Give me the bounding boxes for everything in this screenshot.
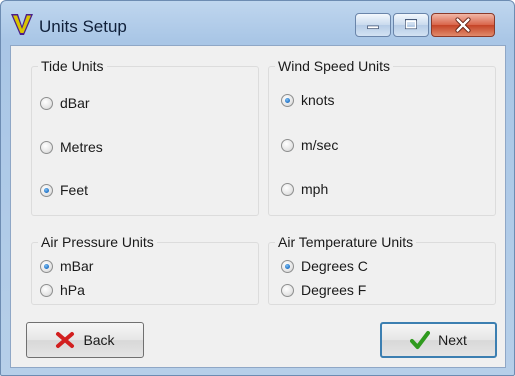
window-title: Units Setup — [39, 17, 127, 36]
minimize-icon — [367, 25, 379, 30]
air-temperature-units-title: Air Temperature Units — [275, 234, 417, 250]
radio-label: m/sec — [301, 137, 339, 153]
pressure-option-hpa[interactable]: hPa — [40, 282, 85, 298]
air-pressure-units-group: Air Pressure Units mBar hPa — [31, 234, 259, 305]
back-button[interactable]: Back — [26, 322, 144, 358]
radio-label: Degrees C — [301, 258, 368, 274]
tide-option-dbar[interactable]: dBar — [40, 95, 90, 111]
wind-option-mph[interactable]: mph — [281, 181, 328, 197]
close-icon — [455, 17, 471, 33]
next-button[interactable]: Next — [380, 322, 497, 358]
air-pressure-units-title: Air Pressure Units — [38, 234, 157, 250]
back-label: Back — [83, 332, 115, 348]
tide-units-title: Tide Units — [38, 58, 107, 74]
radio-label: mBar — [60, 258, 94, 274]
radio-button[interactable] — [281, 93, 294, 107]
radio-button[interactable] — [281, 259, 294, 273]
tide-option-metres[interactable]: Metres — [40, 139, 103, 155]
temperature-option-degrees-c[interactable]: Degrees C — [281, 258, 368, 274]
minimize-button[interactable] — [355, 13, 391, 37]
air-temperature-units-group: Air Temperature Units Degrees C Degrees … — [268, 234, 496, 305]
radio-button[interactable] — [40, 283, 53, 297]
close-button[interactable] — [431, 13, 495, 37]
radio-label: Feet — [60, 182, 89, 198]
radio-button[interactable] — [40, 259, 53, 273]
dialog-body: Tide Units dBar Metres Feet Wind Speed U… — [10, 45, 506, 368]
wind-speed-units-group: Wind Speed Units knots m/sec mph — [268, 58, 496, 216]
next-label: Next — [438, 332, 467, 348]
green-check-icon — [410, 331, 431, 349]
wind-option-knots[interactable]: knots — [281, 92, 334, 108]
radio-label: Metres — [60, 139, 103, 155]
pressure-option-mbar[interactable]: mBar — [40, 258, 93, 274]
wind-speed-units-title: Wind Speed Units — [275, 58, 394, 74]
units-setup-window: Units Setup Tide Units dBar Metres Feet … — [0, 0, 515, 376]
wind-option-msec[interactable]: m/sec — [281, 137, 338, 153]
maximize-icon — [405, 19, 417, 30]
radio-label: dBar — [60, 95, 90, 111]
radio-button[interactable] — [40, 96, 53, 110]
temperature-option-degrees-f[interactable]: Degrees F — [281, 282, 366, 298]
maximize-button[interactable] — [393, 13, 429, 37]
radio-button[interactable] — [40, 183, 53, 197]
title-bar[interactable]: Units Setup — [1, 1, 514, 45]
app-logo-icon — [11, 14, 33, 35]
radio-button[interactable] — [281, 138, 294, 152]
radio-label: knots — [301, 92, 335, 108]
tide-units-group: Tide Units dBar Metres Feet — [31, 58, 259, 216]
radio-button[interactable] — [281, 283, 294, 297]
red-x-icon — [56, 332, 75, 348]
radio-label: mph — [301, 181, 329, 197]
radio-button[interactable] — [40, 140, 53, 154]
radio-label: Degrees F — [301, 282, 367, 298]
tide-option-feet[interactable]: Feet — [40, 182, 88, 198]
radio-label: hPa — [60, 282, 85, 298]
radio-button[interactable] — [281, 182, 294, 196]
